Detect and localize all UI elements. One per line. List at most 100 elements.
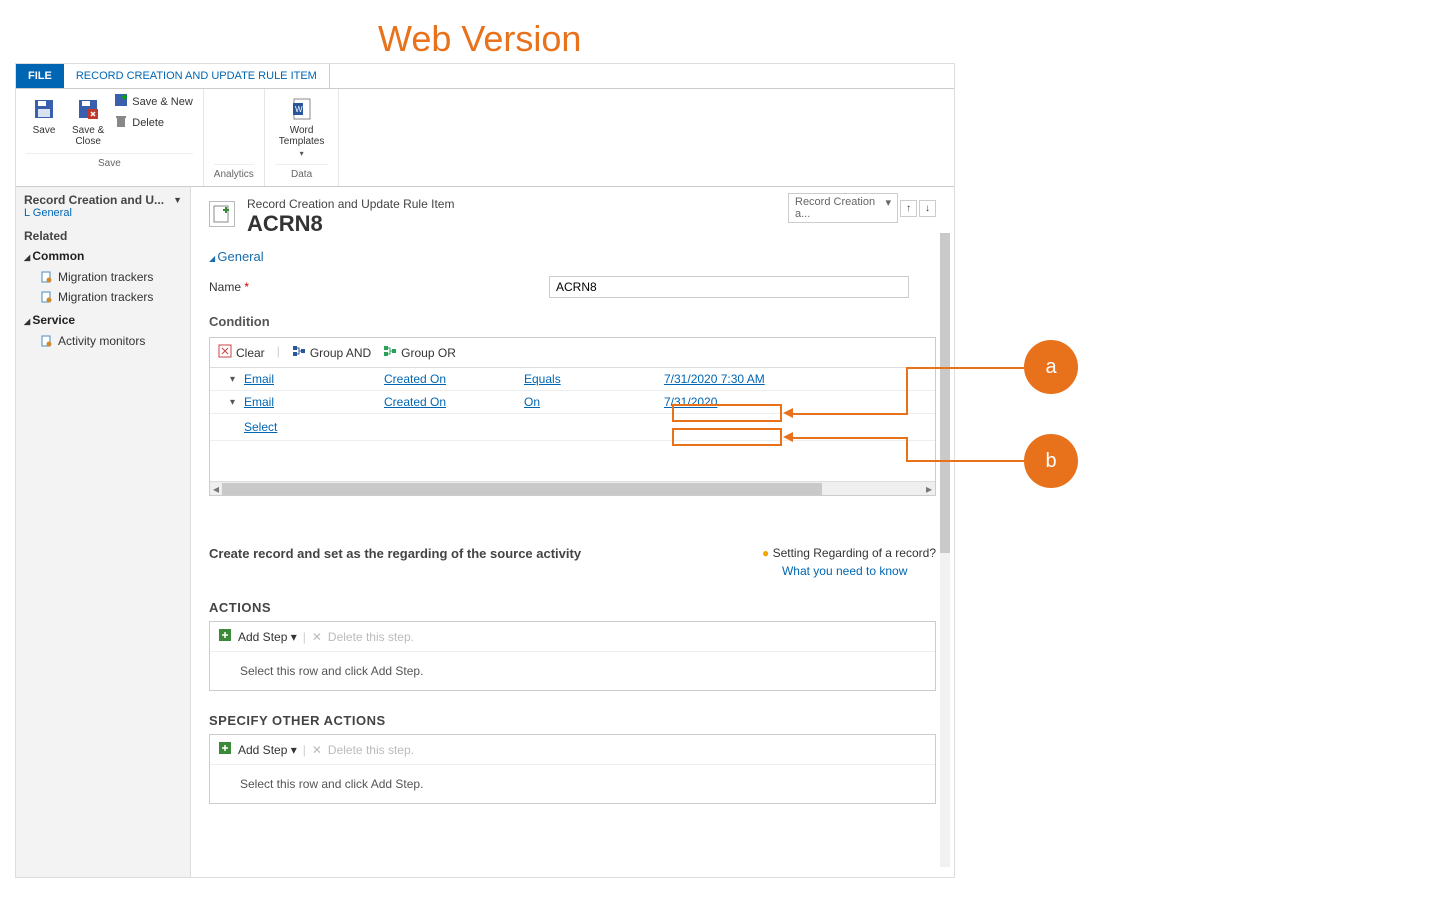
nav-item-migration-1[interactable]: Migration trackers <box>24 267 182 287</box>
save-new-label: Save & New <box>132 96 193 108</box>
data-group-label: Data <box>275 164 329 182</box>
form-selector[interactable]: Record Creation a... ▾ <box>788 193 898 223</box>
content-pane: Record Creation a... ▾ ↑ ↓ Record Creati… <box>191 187 954 877</box>
entity-type-label: Record Creation and Update Rule Item <box>247 197 454 211</box>
cond-entity-link[interactable]: Email <box>244 395 384 409</box>
delete-button[interactable]: Delete <box>114 114 193 131</box>
vertical-scrollbar[interactable] <box>940 233 950 867</box>
create-record-text: Create record and set as the regarding o… <box>209 546 581 561</box>
condition-toolbar: Clear | Group AND Group OR <box>210 338 935 368</box>
clear-label: Clear <box>236 346 265 360</box>
app-window: FILE RECORD CREATION AND UPDATE RULE ITE… <box>15 63 955 878</box>
main-area: Record Creation and U... ▼ L General Rel… <box>16 187 954 877</box>
delete-step-button-2: Delete this step. <box>328 743 414 757</box>
nav-down-button[interactable]: ↓ <box>919 200 936 217</box>
svg-text:W: W <box>295 105 303 114</box>
vscroll-thumb[interactable] <box>940 233 950 553</box>
left-nav: Record Creation and U... ▼ L General Rel… <box>16 187 191 877</box>
trash-icon <box>114 114 128 131</box>
add-step-button-2[interactable]: Add Step ▾ <box>238 743 297 757</box>
scroll-thumb[interactable] <box>222 483 822 495</box>
specify-body-text[interactable]: Select this row and click Add Step. <box>210 765 935 803</box>
ribbon-group-save: Save Save & Close Save & New <box>16 89 204 186</box>
name-field-label: Name * <box>209 280 549 294</box>
record-icon <box>209 201 235 227</box>
create-record-row: Create record and set as the regarding o… <box>209 546 936 578</box>
specify-toolbar: Add Step ▾ | ✕ Delete this step. <box>210 735 935 765</box>
save-label: Save <box>33 125 56 136</box>
nav-general-link[interactable]: L General <box>24 207 182 219</box>
add-step-button[interactable]: Add Step ▾ <box>238 630 297 644</box>
condition-box: Clear | Group AND Group OR ▾ Ema <box>209 337 936 496</box>
group-and-button[interactable]: Group AND <box>292 344 371 361</box>
nav-related-title: Related <box>24 229 182 243</box>
nav-up-button[interactable]: ↑ <box>900 200 917 217</box>
tab-file[interactable]: FILE <box>16 64 64 88</box>
nav-item-migration-2[interactable]: Migration trackers <box>24 287 182 307</box>
save-close-button[interactable]: Save & Close <box>68 93 108 149</box>
name-input[interactable] <box>549 276 909 298</box>
document-icon <box>40 335 52 347</box>
cond-field-link[interactable]: Created On <box>384 395 524 409</box>
horizontal-scrollbar[interactable]: ◂ ▸ <box>210 481 935 495</box>
actions-title: ACTIONS <box>209 600 936 615</box>
delete-step-button: Delete this step. <box>328 630 414 644</box>
add-step-icon <box>218 628 232 645</box>
actions-box: Add Step ▾ | ✕ Delete this step. Select … <box>209 621 936 691</box>
save-new-icon <box>114 93 128 110</box>
cond-entity-link[interactable]: Email <box>244 372 384 386</box>
save-icon <box>30 95 58 123</box>
delete-label: Delete <box>132 117 164 129</box>
save-new-button[interactable]: Save & New <box>114 93 193 110</box>
nav-item-activity[interactable]: Activity monitors <box>24 331 182 351</box>
row-menu-button[interactable]: ▾ <box>230 374 244 385</box>
header-selector-group: Record Creation a... ▾ ↑ ↓ <box>788 193 936 223</box>
group-or-button[interactable]: Group OR <box>383 344 456 361</box>
nav-service-title[interactable]: Service <box>24 313 182 327</box>
nav-item-label: Migration trackers <box>58 290 153 304</box>
cond-op-link[interactable]: On <box>524 395 664 409</box>
form-selector-label: Record Creation a... <box>795 196 885 220</box>
ribbon-body: Save Save & Close Save & New <box>16 89 954 187</box>
nav-common-title[interactable]: Common <box>24 249 182 263</box>
annotation-badge-a: a <box>1024 340 1078 394</box>
word-templates-button[interactable]: W Word Templates ▾ <box>275 93 329 160</box>
annotation-line-a-h2 <box>906 367 1024 369</box>
save-close-icon <box>74 95 102 123</box>
ribbon-group-analytics: Analytics <box>204 89 265 186</box>
document-icon <box>40 271 52 283</box>
section-general[interactable]: General <box>209 249 936 264</box>
annotation-line-b-h2 <box>906 460 1024 462</box>
row-menu-button[interactable]: ▾ <box>230 397 244 408</box>
condition-rows: ▾ Email Created On Equals 7/31/2020 7:30… <box>210 368 935 441</box>
scroll-right-icon[interactable]: ▸ <box>923 482 935 496</box>
select-link[interactable]: Select <box>244 420 277 434</box>
record-name: ACRN8 <box>247 211 454 237</box>
x-icon: ✕ <box>312 743 322 757</box>
save-close-label: Save & Close <box>72 125 104 147</box>
save-button[interactable]: Save <box>26 93 62 138</box>
annotation-box-a <box>672 404 782 422</box>
annotation-box-b <box>672 428 782 446</box>
scroll-left-icon[interactable]: ◂ <box>210 482 222 496</box>
actions-toolbar: Add Step ▾ | ✕ Delete this step. <box>210 622 935 652</box>
setting-regarding-label: Setting Regarding of a record? <box>773 546 936 560</box>
condition-row: ▾ Email Created On On 7/31/2020 <box>210 391 935 414</box>
annotation-badge-b: b <box>1024 434 1078 488</box>
clear-button[interactable]: Clear <box>218 344 265 361</box>
ribbon-group-data: W Word Templates ▾ Data <box>265 89 340 186</box>
annotation-line-b-v <box>906 437 908 462</box>
nav-head-label: Record Creation and U... <box>24 193 164 207</box>
tab-entity[interactable]: RECORD CREATION AND UPDATE RULE ITEM <box>64 64 330 88</box>
cond-field-link[interactable]: Created On <box>384 372 524 386</box>
cond-op-link[interactable]: Equals <box>524 372 664 386</box>
actions-body-text[interactable]: Select this row and click Add Step. <box>210 652 935 690</box>
nav-head[interactable]: Record Creation and U... ▼ <box>24 193 182 207</box>
annotation-line-b-h <box>793 437 908 439</box>
group-and-label: Group AND <box>310 346 371 360</box>
cond-value-link[interactable]: 7/31/2020 7:30 AM <box>664 372 834 386</box>
what-you-need-link[interactable]: What you need to know <box>762 564 936 578</box>
annotation-line-a-h <box>793 413 908 415</box>
setting-regarding-hint: ● Setting Regarding of a record? <box>762 546 936 560</box>
annotation-line-a-v <box>906 367 908 415</box>
